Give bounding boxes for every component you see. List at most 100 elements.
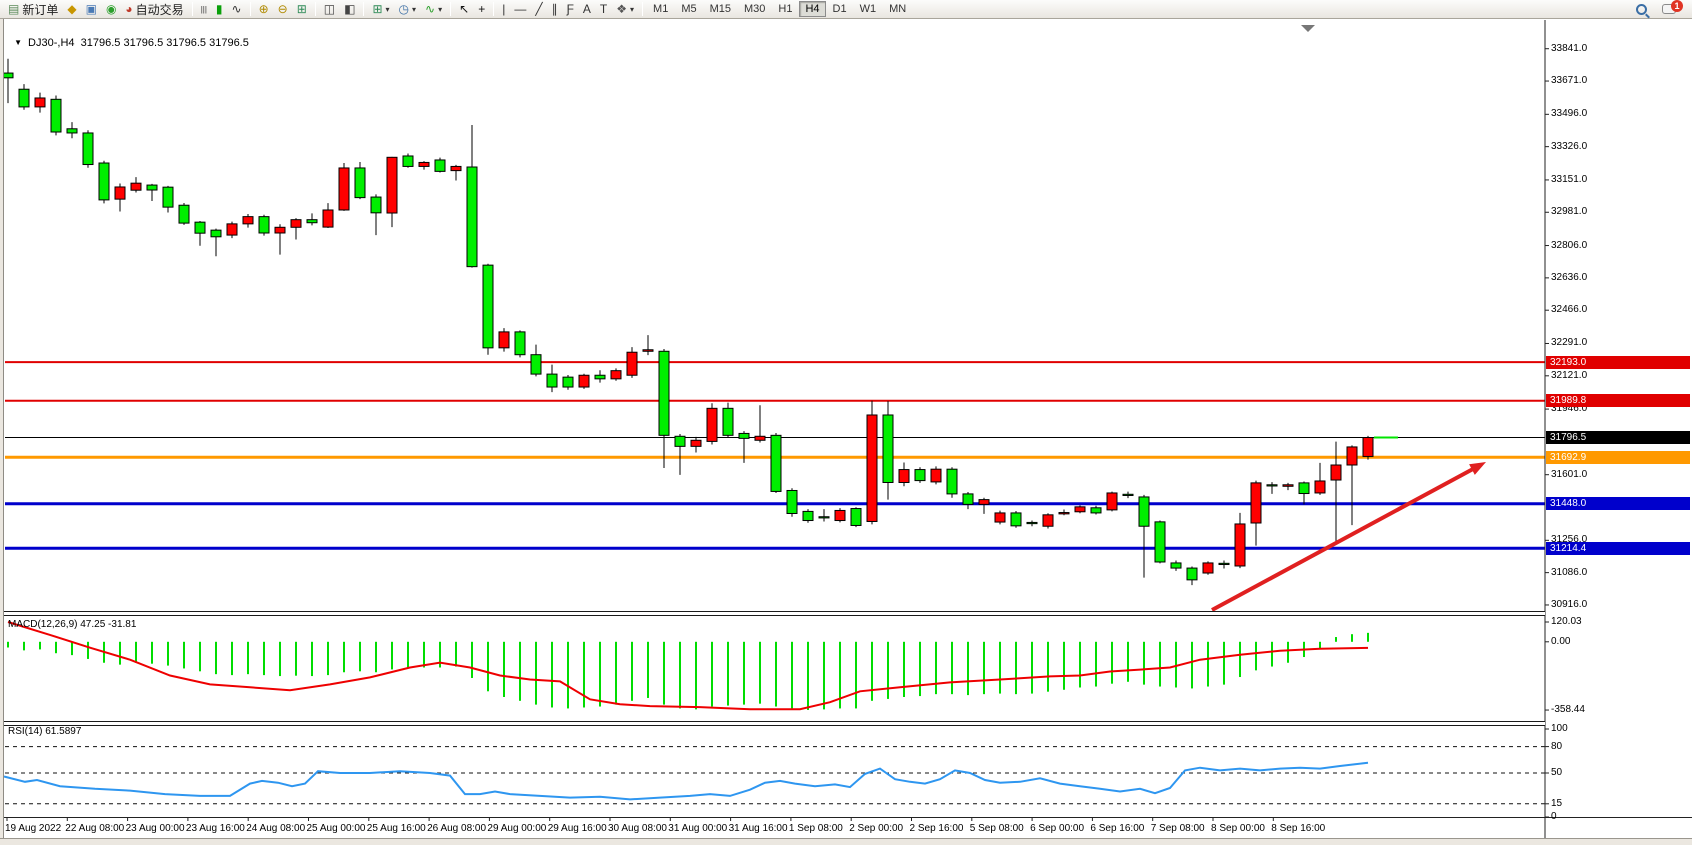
price-tag: 31692.9 — [1546, 451, 1690, 464]
date-label: 25 Aug 00:00 — [307, 823, 366, 834]
new-order-button[interactable]: ▤新订单 — [4, 1, 62, 18]
one-click-trading-toggle[interactable]: ▼ — [14, 38, 22, 47]
hline-button[interactable]: — — [510, 1, 530, 18]
rsi-indicator-label: RSI(14) 61.5897 — [8, 726, 81, 737]
date-label: 25 Aug 16:00 — [367, 823, 426, 834]
date-label: 2 Sep 00:00 — [849, 823, 903, 834]
timeframe-h4-button[interactable]: H4 — [799, 1, 825, 17]
date-label: 19 Aug 2022 — [5, 823, 61, 834]
vline-button[interactable]: | — [498, 1, 509, 18]
arrange-cascade-button[interactable]: ◫ — [320, 1, 339, 18]
channel-button[interactable]: ∥ — [548, 1, 562, 18]
crosshair-button[interactable]: + — [474, 1, 489, 18]
candles-icon: ▮ — [216, 2, 223, 17]
zoom-in-button[interactable]: ⊕ — [255, 1, 273, 18]
arrange-tile-button[interactable]: ◧ — [340, 1, 359, 18]
rsi-axis-label: 80 — [1551, 741, 1562, 752]
price-label: 32121.0 — [1551, 370, 1587, 381]
macd-indicator-label: MACD(12,26,9) 47.25 -31.81 — [8, 619, 136, 630]
date-label: 30 Aug 08:00 — [608, 823, 667, 834]
rsi-axis-label: 100 — [1551, 723, 1568, 734]
periods-icon: ◷ — [399, 2, 409, 17]
new-order-button-label: 新订单 — [22, 1, 58, 18]
chevron-down-icon: ▾ — [630, 5, 634, 14]
vline-icon: | — [502, 2, 505, 17]
timeframe-w1-button[interactable]: W1 — [854, 1, 883, 17]
price-label: 32981.0 — [1551, 206, 1587, 217]
search-button[interactable] — [1632, 1, 1657, 18]
chevron-down-icon: ▾ — [438, 5, 442, 14]
profile-button[interactable]: ▣ — [82, 1, 101, 18]
timeframe-m30-button[interactable]: M30 — [738, 1, 771, 17]
market-gold-icon: ◆ — [67, 2, 76, 17]
new-order-icon: ▤ — [8, 2, 19, 17]
timeframe-h1-button[interactable]: H1 — [772, 1, 798, 17]
timeframe-mn-button[interactable]: MN — [883, 1, 912, 17]
price-label: 32636.0 — [1551, 272, 1587, 283]
price-label: 32466.0 — [1551, 304, 1587, 315]
arrows-button[interactable]: ❖▾ — [612, 1, 638, 18]
chart-canvas[interactable] — [0, 0, 1692, 845]
chevron-down-icon: ▾ — [412, 5, 416, 14]
price-tag: 31989.8 — [1546, 394, 1690, 407]
zoom-in-icon: ⊕ — [259, 2, 269, 17]
signal-button[interactable]: ◉ — [102, 1, 120, 18]
tile-windows-button[interactable]: ⊞ — [293, 1, 311, 18]
bar-chart-button[interactable]: ||| — [197, 1, 211, 18]
time-axis[interactable]: 19 Aug 202222 Aug 08:0023 Aug 00:0023 Au… — [0, 818, 1545, 838]
text-label-button[interactable]: T — [596, 1, 611, 18]
timeframe-m15-button[interactable]: M15 — [704, 1, 737, 17]
date-label: 22 Aug 08:00 — [65, 823, 124, 834]
rsi-panel-splitter[interactable] — [4, 721, 1545, 726]
line-chart-icon: ∿ — [232, 2, 242, 17]
notifications-button[interactable]: 1 — [1658, 1, 1688, 18]
price-label: 33496.0 — [1551, 108, 1587, 119]
line-chart-button[interactable]: ∿ — [228, 1, 246, 18]
date-label: 31 Aug 00:00 — [668, 823, 727, 834]
zoom-out-button[interactable]: ⊖ — [274, 1, 292, 18]
tile-windows-icon: ⊞ — [297, 2, 307, 17]
hline-icon: — — [514, 2, 526, 17]
price-label: 33671.0 — [1551, 75, 1587, 86]
zoom-out-icon: ⊖ — [278, 2, 288, 17]
periods-button[interactable]: ◷▾ — [395, 1, 421, 18]
signal-icon: ◉ — [106, 2, 116, 17]
arrange-b-icon: ◧ — [344, 2, 355, 17]
notification-badge: 1 — [1671, 0, 1683, 12]
autotrade-button[interactable]: ◕自动交易 — [121, 1, 187, 18]
date-label: 5 Sep 08:00 — [970, 823, 1024, 834]
timeframe-d1-button[interactable]: D1 — [827, 1, 853, 17]
timeframe-m1-button[interactable]: M1 — [647, 1, 674, 17]
fibonacci-button[interactable]: Ƒ — [563, 1, 578, 18]
cursor-button[interactable]: ↖ — [455, 1, 473, 18]
trendline-button[interactable]: ╱ — [531, 1, 546, 18]
price-tag: 31796.5 — [1546, 431, 1690, 444]
indicators-button[interactable]: ∿▾ — [421, 1, 446, 18]
charts-button[interactable]: ◆ — [63, 1, 80, 18]
new-chart-button[interactable]: ⊞▾ — [368, 1, 393, 18]
price-axis[interactable]: 33841.033671.033496.033326.033151.032981… — [1546, 19, 1692, 819]
indicators-icon: ∿ — [425, 2, 435, 17]
toolbar-separator — [315, 2, 316, 16]
text-button[interactable]: A — [579, 1, 595, 18]
price-label: 33151.0 — [1551, 174, 1587, 185]
toolbar-separator — [363, 2, 364, 16]
autotrade-icon: ◕ — [125, 2, 132, 17]
price-label: 32291.0 — [1551, 337, 1587, 348]
macd-group — [8, 622, 1368, 710]
search-icon — [1636, 4, 1647, 15]
symbol-period-label: DJ30-,H4 — [28, 37, 74, 49]
date-label: 8 Sep 00:00 — [1211, 823, 1265, 834]
window-bottom-edge — [0, 838, 1692, 845]
rsi-axis-label: 0 — [1551, 811, 1557, 822]
macd-panel-splitter[interactable] — [4, 611, 1545, 616]
trendline-icon: ╱ — [535, 2, 542, 17]
new-chart-icon: ⊞ — [372, 2, 382, 17]
price-label: 31601.0 — [1551, 469, 1587, 480]
timeframe-m5-button[interactable]: M5 — [675, 1, 702, 17]
date-label: 23 Aug 00:00 — [126, 823, 185, 834]
toolbar-separator — [450, 2, 451, 16]
date-label: 1 Sep 08:00 — [789, 823, 843, 834]
candle-chart-button[interactable]: ▮ — [212, 1, 227, 18]
toolbar-separator — [192, 2, 193, 16]
